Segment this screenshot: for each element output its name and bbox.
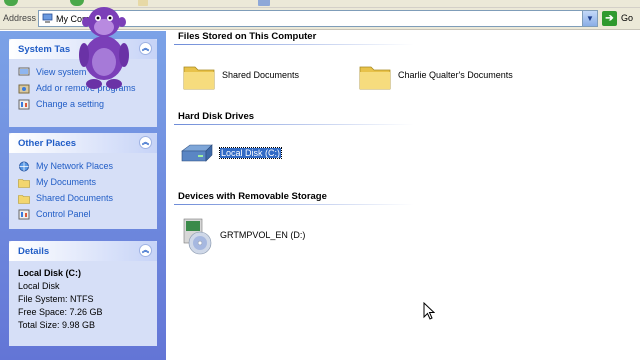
item-local-disk-c[interactable]: Local Disk (C:) bbox=[180, 137, 300, 171]
place-label: My Network Places bbox=[36, 161, 114, 171]
item-label: Shared Documents bbox=[222, 70, 300, 80]
collapse-icon[interactable]: ︽ bbox=[139, 42, 152, 55]
folder-icon bbox=[18, 179, 30, 188]
task-label: Change a setting bbox=[36, 99, 105, 109]
details-name: Local Disk (C:) bbox=[18, 268, 82, 278]
collapse-icon[interactable]: ︽ bbox=[139, 136, 152, 149]
item-charlie-qualters-documents[interactable]: Charlie Qualter's Documents bbox=[358, 59, 548, 93]
item-label: GRTMPVOL_EN (D:) bbox=[220, 230, 306, 240]
item-label-selected: Local Disk (C:) bbox=[218, 147, 283, 159]
item-shared-documents[interactable]: Shared Documents bbox=[182, 59, 342, 93]
group-title-hard-disk-drives: Hard Disk Drives bbox=[178, 111, 255, 122]
item-label: Charlie Qualter's Documents bbox=[398, 70, 513, 80]
chevron-down-icon[interactable]: ▼ bbox=[582, 11, 597, 26]
group-divider bbox=[174, 44, 414, 45]
back-button[interactable] bbox=[4, 0, 18, 6]
go-arrow-icon: ➔ bbox=[602, 11, 617, 26]
group-divider bbox=[174, 204, 414, 205]
up-folder-button[interactable] bbox=[138, 0, 148, 6]
folder-icon bbox=[183, 66, 215, 90]
control-panel-icon bbox=[18, 209, 30, 220]
place-shared-documents[interactable]: Shared Documents bbox=[18, 191, 149, 207]
other-places-panel: Other Places ︽ My Network Places My Docu… bbox=[9, 133, 157, 229]
folder-icon bbox=[18, 195, 30, 204]
place-my-documents[interactable]: My Documents bbox=[18, 175, 149, 191]
place-my-network-places[interactable]: My Network Places bbox=[18, 159, 149, 175]
system-info-icon bbox=[18, 67, 30, 76]
my-computer-icon bbox=[42, 13, 53, 23]
details-file-system: File System: NTFS bbox=[18, 294, 94, 304]
hard-disk-icon bbox=[181, 144, 213, 162]
views-button[interactable] bbox=[258, 0, 270, 6]
details-type: Local Disk bbox=[18, 281, 60, 291]
go-label: Go bbox=[621, 13, 634, 23]
add-remove-programs-icon bbox=[18, 84, 30, 94]
place-label: Shared Documents bbox=[36, 193, 114, 203]
mascot-character[interactable] bbox=[74, 0, 134, 90]
place-control-panel[interactable]: Control Panel bbox=[18, 207, 149, 223]
group-divider bbox=[174, 124, 414, 125]
other-places-header[interactable]: Other Places ︽ bbox=[9, 133, 157, 153]
network-places-icon bbox=[19, 161, 29, 172]
group-title-removable-storage: Devices with Removable Storage bbox=[178, 191, 327, 202]
collapse-icon[interactable]: ︽ bbox=[139, 244, 152, 257]
other-places-title: Other Places bbox=[18, 138, 77, 149]
system-tasks-title: System Tas bbox=[18, 44, 71, 55]
details-free-space: Free Space: 7.26 GB bbox=[18, 307, 103, 317]
cd-drive-icon bbox=[183, 218, 212, 255]
details-total-size: Total Size: 9.98 GB bbox=[18, 320, 96, 330]
place-label: Control Panel bbox=[36, 209, 91, 219]
details-header[interactable]: Details ︽ bbox=[9, 241, 157, 261]
details-panel: Details ︽ Local Disk (C:) Local Disk Fil… bbox=[9, 241, 157, 346]
go-button[interactable]: ➔ Go bbox=[602, 10, 638, 27]
address-label: Address bbox=[3, 13, 37, 23]
group-title-files-stored: Files Stored on This Computer bbox=[178, 31, 317, 42]
content-area: Files Stored on This Computer Shared Doc… bbox=[166, 31, 640, 360]
place-label: My Documents bbox=[36, 177, 97, 187]
task-change-setting[interactable]: Change a setting bbox=[18, 97, 149, 113]
control-panel-icon bbox=[18, 99, 30, 110]
mouse-cursor-icon bbox=[423, 302, 435, 320]
details-title: Details bbox=[18, 246, 50, 257]
item-grtmpvol-en-d[interactable]: GRTMPVOL_EN (D:) bbox=[180, 217, 330, 257]
folder-icon bbox=[359, 66, 391, 90]
